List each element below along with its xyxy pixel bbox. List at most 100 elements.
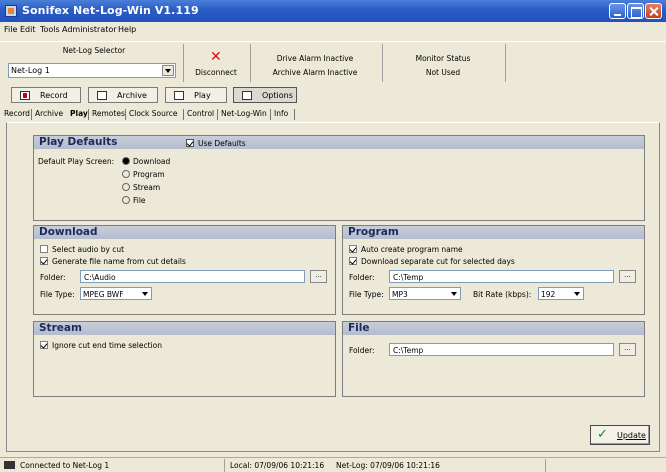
radio-download[interactable] [122,157,130,165]
mode-archive-button[interactable]: Archive [88,87,158,103]
file-folder-input[interactable]: C:\Temp [389,343,614,356]
radio-program[interactable] [122,170,130,178]
file-body: Folder: C:\Temp ... [343,335,644,396]
menu-file[interactable]: File [4,25,17,34]
status-toolbar: Net-Log Selector Net-Log 1 ✕ Disconnect … [0,41,666,86]
program-title: Program [343,226,644,239]
download-title: Download [34,226,335,239]
ignore-cut-end-time-label: Ignore cut end time selection [52,341,162,350]
auto-create-program-name-checkbox[interactable] [349,245,357,253]
monitor-status-label: Monitor Status [415,54,471,63]
status-connection-icon [4,461,15,469]
tab-clock-source[interactable]: Clock Source [129,109,178,118]
close-button[interactable] [645,3,662,19]
ignore-cut-end-time-checkbox[interactable] [40,341,48,349]
play-defaults-panel: Play Defaults Use Defaults Default Play … [33,135,645,221]
tab-remotes[interactable]: Remotes [92,109,125,118]
bit-rate-select[interactable]: 192 [538,287,584,300]
connection-status: Connected to Net-Log 1 [20,461,110,470]
tab-record[interactable]: Record [4,109,30,118]
chevron-down-icon [142,292,148,296]
radio-stream-label: Stream [133,183,161,192]
chevron-down-icon[interactable] [162,65,174,76]
download-body: Select audio by cut Generate file name f… [34,239,335,314]
radio-file-label: File [133,196,146,205]
program-file-type-label: File Type: [349,290,384,299]
tab-content: Play Defaults Use Defaults Default Play … [6,122,660,452]
download-folder-label: Folder: [40,273,66,282]
tab-divider [31,109,32,120]
radio-stream[interactable] [122,183,130,191]
menu-help[interactable]: Help [118,25,136,34]
divider [224,459,225,472]
divider [250,44,251,82]
radio-download-label: Download [133,157,171,166]
play-defaults-title: Play Defaults [34,136,644,149]
app-icon [5,5,17,17]
local-time: Local: 07/09/06 10:21:16 [230,461,325,470]
tab-archive[interactable]: Archive [35,109,63,118]
tab-divider [270,109,271,120]
tab-divider [125,109,126,120]
download-folder-input[interactable]: C:\Audio [80,270,305,283]
file-browse-button[interactable]: ... [619,343,636,356]
download-browse-button[interactable]: ... [310,270,327,283]
app-window: Sonifex Net-Log-Win V1.119 File Edit Too… [0,0,666,472]
window-title: Sonifex Net-Log-Win V1.119 [22,4,199,17]
download-separate-cut-label: Download separate cut for selected days [361,257,515,266]
mode-options-button[interactable]: Options [233,87,297,103]
use-defaults-checkbox[interactable] [186,139,194,147]
update-button[interactable]: ✓ Update [590,425,650,445]
divider [545,459,546,472]
tab-divider [217,109,218,120]
download-panel: Download Select audio by cut Generate fi… [33,225,336,315]
menu-tools[interactable]: Tools [40,25,60,34]
minimize-button[interactable] [609,3,626,19]
radio-file[interactable] [122,196,130,204]
maximize-button[interactable] [627,3,644,19]
record-icon [20,91,30,100]
disconnect-button[interactable]: Disconnect [185,68,247,77]
stream-title: Stream [34,322,335,335]
program-folder-label: Folder: [349,273,375,282]
stream-body: Ignore cut end time selection [34,335,335,396]
options-icon [242,91,252,100]
menu-edit[interactable]: Edit [20,25,36,34]
net-log-selector[interactable]: Net-Log 1 [8,63,176,78]
generate-file-name-checkbox[interactable] [40,257,48,265]
monitor-status-value: Not Used [425,68,461,77]
divider [382,44,383,82]
mode-play-button[interactable]: Play [165,87,227,103]
disconnect-icon[interactable]: ✕ [210,50,222,64]
download-file-type-label: File Type: [40,290,75,299]
file-title: File [343,322,644,335]
tab-control[interactable]: Control [187,109,214,118]
divider [183,44,184,82]
tab-info[interactable]: Info [274,109,288,118]
title-bar[interactable]: Sonifex Net-Log-Win V1.119 [0,0,666,22]
archive-alarm-status: Archive Alarm Inactive [272,68,358,77]
menu-bar: File Edit Tools Administrator Help [0,22,666,40]
status-bar: Connected to Net-Log 1 Local: 07/09/06 1… [0,457,666,472]
program-panel: Program Auto create program name Downloa… [342,225,645,315]
tab-play[interactable]: Play [70,109,88,118]
bit-rate-label: Bit Rate (kbps): [473,290,532,299]
program-folder-input[interactable]: C:\Temp [389,270,614,283]
settings-tabs: Record Archive Play Remotes Clock Source… [0,107,666,122]
drive-alarm-status: Drive Alarm Inactive [276,54,354,63]
use-defaults-label: Use Defaults [198,139,246,148]
menu-administrator[interactable]: Administrator [62,25,117,34]
divider [505,44,506,82]
tab-divider [294,109,295,120]
program-file-type-select[interactable]: MP3 [389,287,461,300]
archive-icon [97,91,107,100]
download-separate-cut-checkbox[interactable] [349,257,357,265]
mode-record-button[interactable]: Record [11,87,81,103]
select-audio-by-cut-checkbox[interactable] [40,245,48,253]
program-browse-button[interactable]: ... [619,270,636,283]
chevron-down-icon [574,292,580,296]
generate-file-name-label: Generate file name from cut details [52,257,186,266]
stream-panel: Stream Ignore cut end time selection [33,321,336,397]
tab-net-log-win[interactable]: Net-Log-Win [221,109,267,118]
download-file-type-select[interactable]: MPEG BWF [80,287,152,300]
